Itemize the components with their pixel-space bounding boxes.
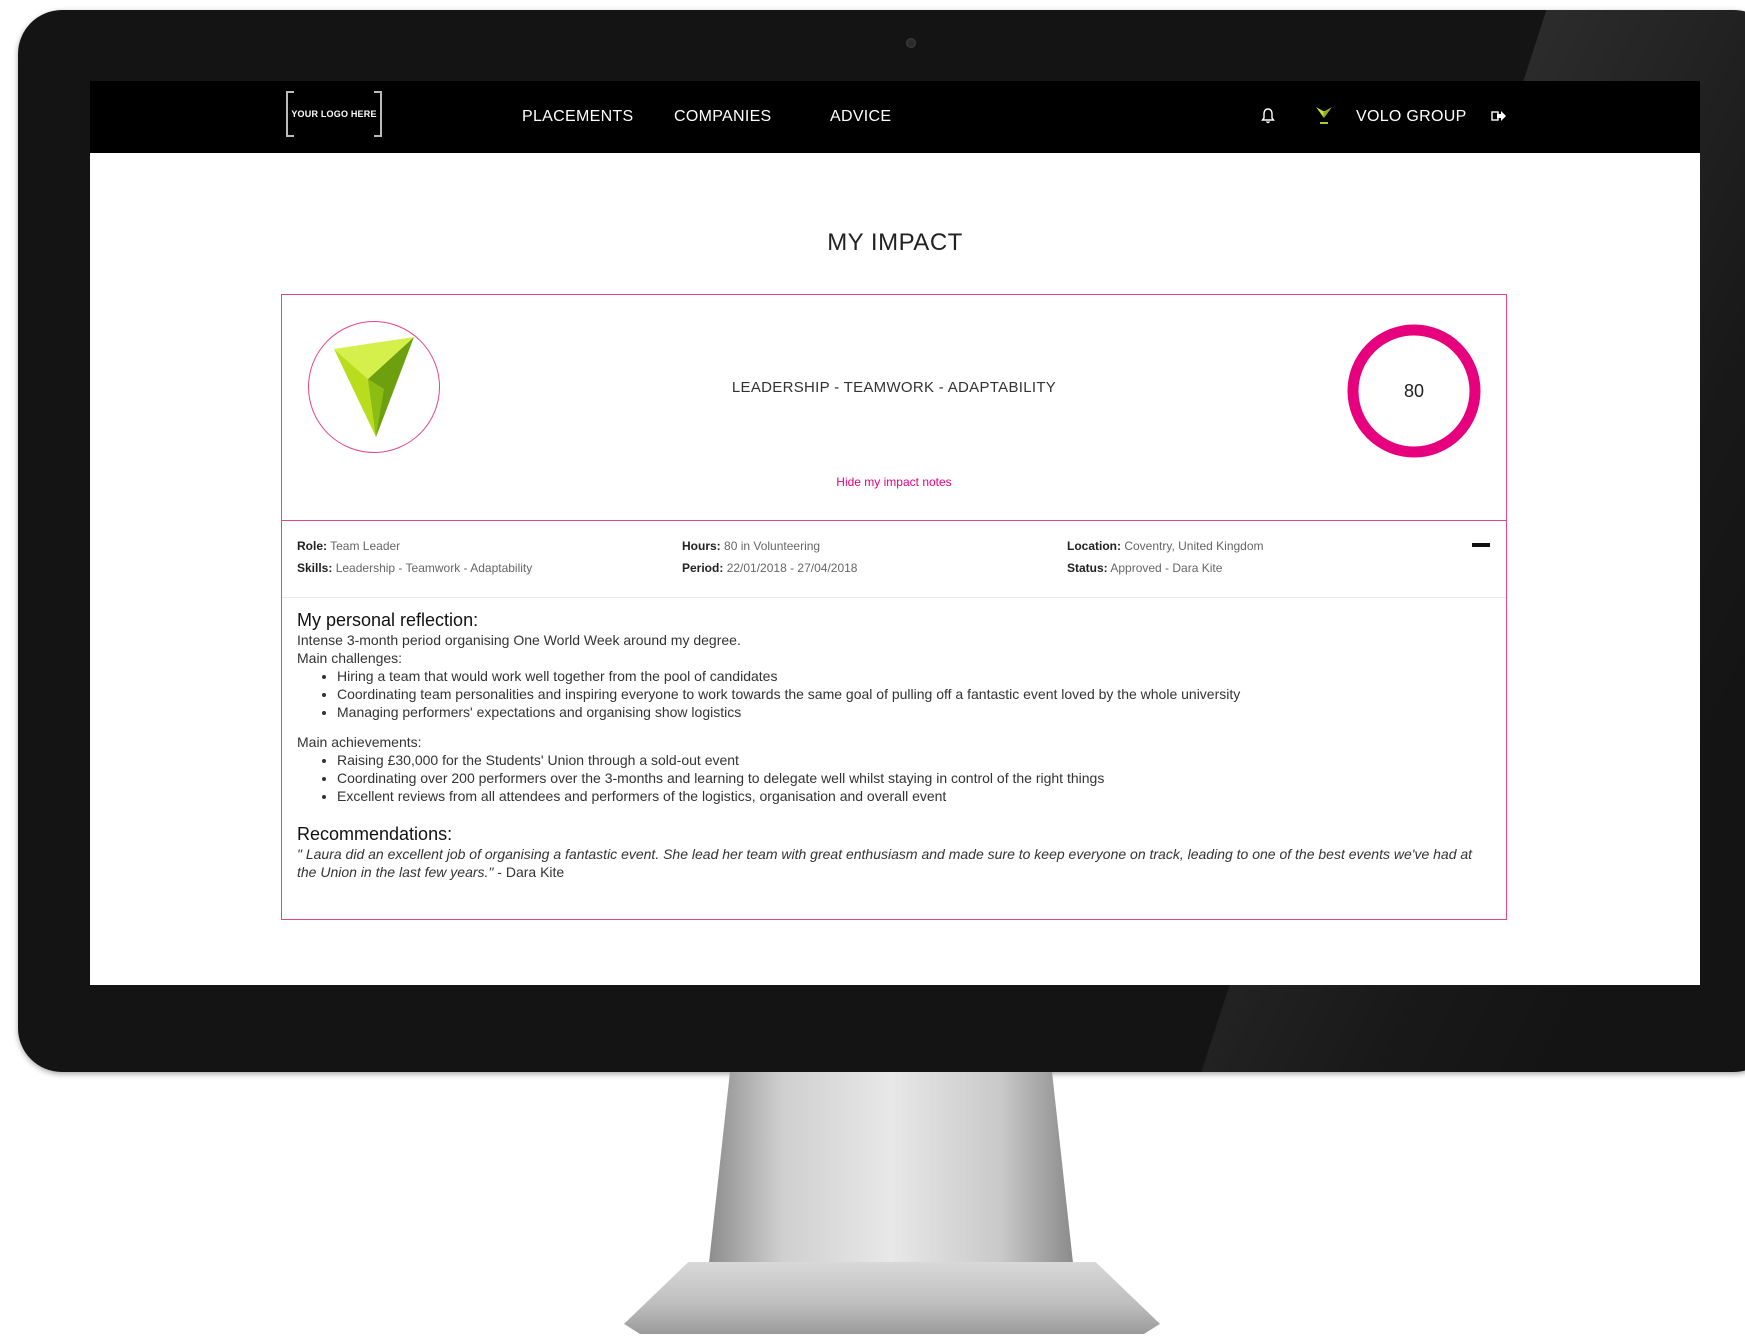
impact-card: LEADERSHIP - TEAMWORK - ADAPTABILITY Hid… [281, 294, 1507, 920]
reflection-intro: Intense 3-month period organising One Wo… [297, 632, 741, 648]
nav-link-companies[interactable]: COMPANIES [674, 81, 772, 153]
location-label: Location: [1067, 539, 1121, 553]
location-row: Location: Coventry, United Kingdom [1067, 535, 1264, 557]
screen: YOUR LOGO HERE PLACEMENTS COMPANIES ADVI… [90, 81, 1700, 985]
list-item: Coordinating over 200 performers over th… [337, 769, 1487, 787]
impact-card-header: LEADERSHIP - TEAMWORK - ADAPTABILITY Hid… [282, 295, 1506, 520]
recommendations-heading: Recommendations: [297, 824, 453, 844]
meta-col-hours: Hours: 80 in Volunteering Period: 22/01/… [682, 535, 857, 579]
nav-link-placements[interactable]: PLACEMENTS [522, 81, 633, 153]
nav-link-advice[interactable]: ADVICE [830, 81, 891, 153]
skills-heading: LEADERSHIP - TEAMWORK - ADAPTABILITY [731, 379, 1057, 396]
role-row: Role: Team Leader [297, 535, 532, 557]
header-divider [282, 520, 1506, 521]
list-item: Managing performers' expectations and or… [337, 703, 1487, 721]
hide-impact-notes-link[interactable]: Hide my impact notes [282, 475, 1506, 489]
period-row: Period: 22/01/2018 - 27/04/2018 [682, 557, 857, 579]
meta-divider [282, 597, 1506, 598]
logo-text: YOUR LOGO HERE [291, 109, 377, 119]
role-value: Team Leader [330, 539, 401, 553]
volo-logo-icon [1313, 105, 1335, 127]
impact-notes: My personal reflection: Intense 3-month … [297, 609, 1487, 881]
logout-icon[interactable] [1488, 105, 1510, 127]
camera-dot [906, 38, 916, 48]
quote-author: - Dara Kite [493, 864, 565, 880]
status-value: Approved - Dara Kite [1110, 561, 1223, 575]
list-item: Excellent reviews from all attendees and… [337, 787, 1487, 805]
period-value: 22/01/2018 - 27/04/2018 [726, 561, 858, 575]
org-name[interactable]: VOLO GROUP [1356, 81, 1467, 153]
collapse-icon[interactable] [1472, 543, 1490, 547]
challenges-list: Hiring a team that would work well toget… [297, 667, 1487, 721]
achievements-label: Main achievements: [297, 734, 422, 750]
monitor-stand-base [624, 1262, 1160, 1334]
status-label: Status: [1067, 561, 1108, 575]
meta-col-location: Location: Coventry, United Kingdom Statu… [1067, 535, 1264, 579]
challenges-label: Main challenges: [297, 650, 403, 666]
page-title: MY IMPACT [827, 229, 963, 256]
hours-row: Hours: 80 in Volunteering [682, 535, 857, 557]
role-label: Role: [297, 539, 327, 553]
meta-col-role: Role: Team Leader Skills: Leadership - T… [297, 535, 532, 579]
quote-text: " Laura did an excellent job of organisi… [297, 846, 1473, 880]
monitor-stand-neck [708, 1072, 1074, 1272]
recommendation-quote: " Laura did an excellent job of organisi… [297, 845, 1487, 881]
list-item: Hiring a team that would work well toget… [337, 667, 1487, 685]
status-row: Status: Approved - Dara Kite [1067, 557, 1264, 579]
achievements-list: Raising £30,000 for the Students' Union … [297, 751, 1487, 805]
hours-value: 80 in Volunteering [724, 539, 821, 553]
impact-meta: Role: Team Leader Skills: Leadership - T… [282, 535, 1506, 597]
location-value: Coventry, United Kingdom [1124, 539, 1264, 553]
skills-row: Skills: Leadership - Teamwork - Adaptabi… [297, 557, 532, 579]
bell-icon[interactable] [1257, 105, 1279, 127]
hours-label: Hours: [682, 539, 721, 553]
navbar: YOUR LOGO HERE PLACEMENTS COMPANIES ADVI… [90, 81, 1700, 153]
skills-label: Skills: [297, 561, 333, 575]
impact-score: 80 [1403, 380, 1425, 401]
logo[interactable]: YOUR LOGO HERE [286, 91, 382, 137]
reflection-heading: My personal reflection: [297, 610, 479, 630]
skills-value: Leadership - Teamwork - Adaptability [335, 561, 533, 575]
list-item: Raising £30,000 for the Students' Union … [337, 751, 1487, 769]
list-item: Coordinating team personalities and insp… [337, 685, 1487, 703]
period-label: Period: [682, 561, 724, 575]
